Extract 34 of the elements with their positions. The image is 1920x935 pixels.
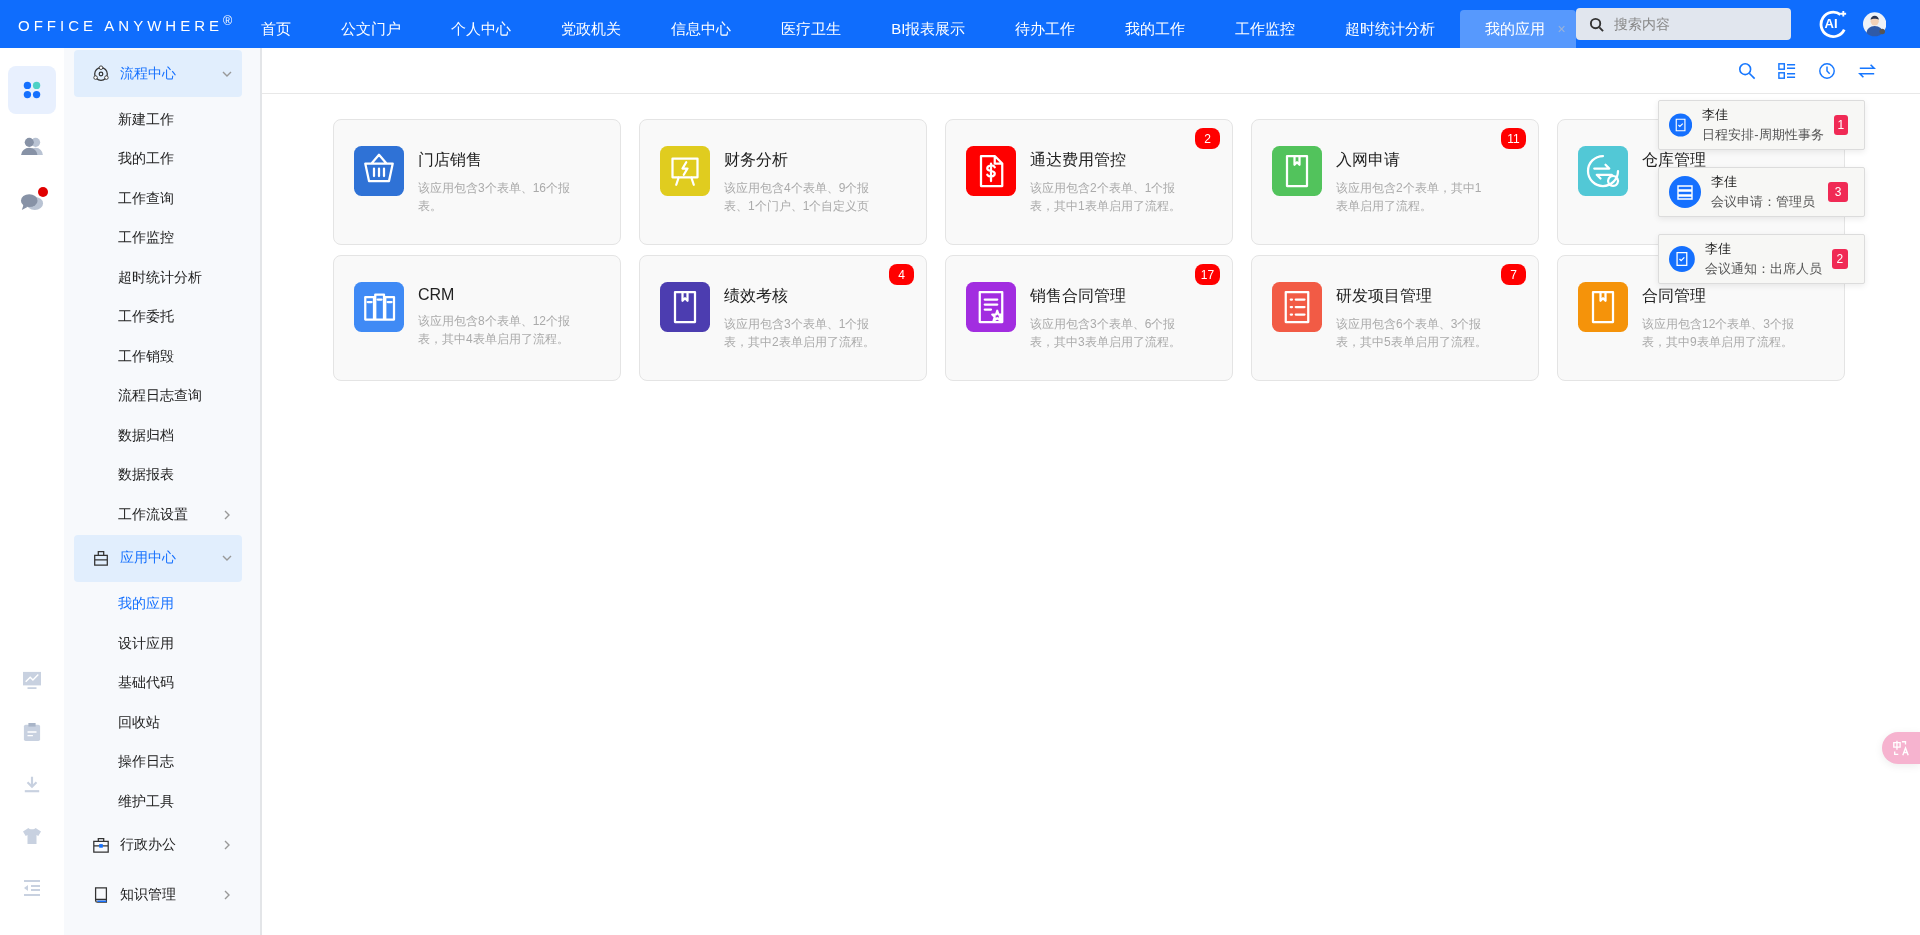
count-badge: 4 (889, 264, 914, 285)
app-title: 销售合同管理 (1030, 286, 1127, 306)
app-description: 该应用包含3个表单、1个报表，其中2表单启用了流程。 (724, 316, 876, 351)
count-badge: 17 (1195, 264, 1220, 285)
count-badge: 2 (1195, 128, 1220, 149)
sender-name: 李佳 (1711, 173, 1738, 191)
app-description: 该应用包含4个表单、9个报表、1个门户、1个自定义页 (724, 180, 871, 215)
count-badge: 11 (1501, 128, 1526, 149)
notification-text: 会议申请：管理员 (1711, 193, 1816, 211)
app-description: 该应用包含2个表单、1个报表，其中1表单启用了流程。 (1030, 180, 1182, 215)
app-title: 门店销售 (418, 150, 483, 170)
app-title: 入网申请 (1336, 150, 1401, 170)
sender-name: 李佳 (1704, 240, 1732, 258)
app-title: 财务分析 (724, 150, 789, 170)
app-title: 仓库管理 (1642, 150, 1706, 170)
count-badge: 1 (1833, 115, 1848, 135)
app-description: 该应用包含3个表单、6个报表，其中3表单启用了流程。 (1030, 316, 1182, 351)
notification-text: 会议通知：出席人员 (1704, 260, 1822, 278)
app-title: 绩效考核 (724, 286, 789, 306)
app-description: 该应用包含6个表单、3个报表，其中5表单启用了流程。 (1336, 316, 1488, 351)
app-title: 合同管理 (1642, 286, 1707, 306)
app-description: 该应用包含12个表单、3个报表，其中9表单启用了流程。 (1642, 316, 1796, 351)
notification-text: 日程安排-周期性事务 (1702, 126, 1824, 144)
count-badge: 7 (1501, 264, 1526, 285)
app-title: 通达费用管控 (1030, 150, 1127, 170)
sender-name: 李佳 (1702, 106, 1730, 124)
app-description: 该应用包含8个表单、12个报表，其中4表单启用了流程。 (418, 313, 572, 348)
app-title: 研发项目管理 (1336, 286, 1433, 306)
app-description: 该应用包含3个表单、16个报表。 (418, 180, 572, 215)
app-title: CRM (418, 286, 456, 304)
count-badge: 2 (1831, 249, 1848, 269)
count-badge: 3 (1828, 182, 1848, 202)
app-description: 该应用包含2个表单，其中1表单启用了流程。 (1336, 180, 1483, 215)
logo: OFFICE ANYWHERE$^{®}$ (17, 14, 237, 34)
